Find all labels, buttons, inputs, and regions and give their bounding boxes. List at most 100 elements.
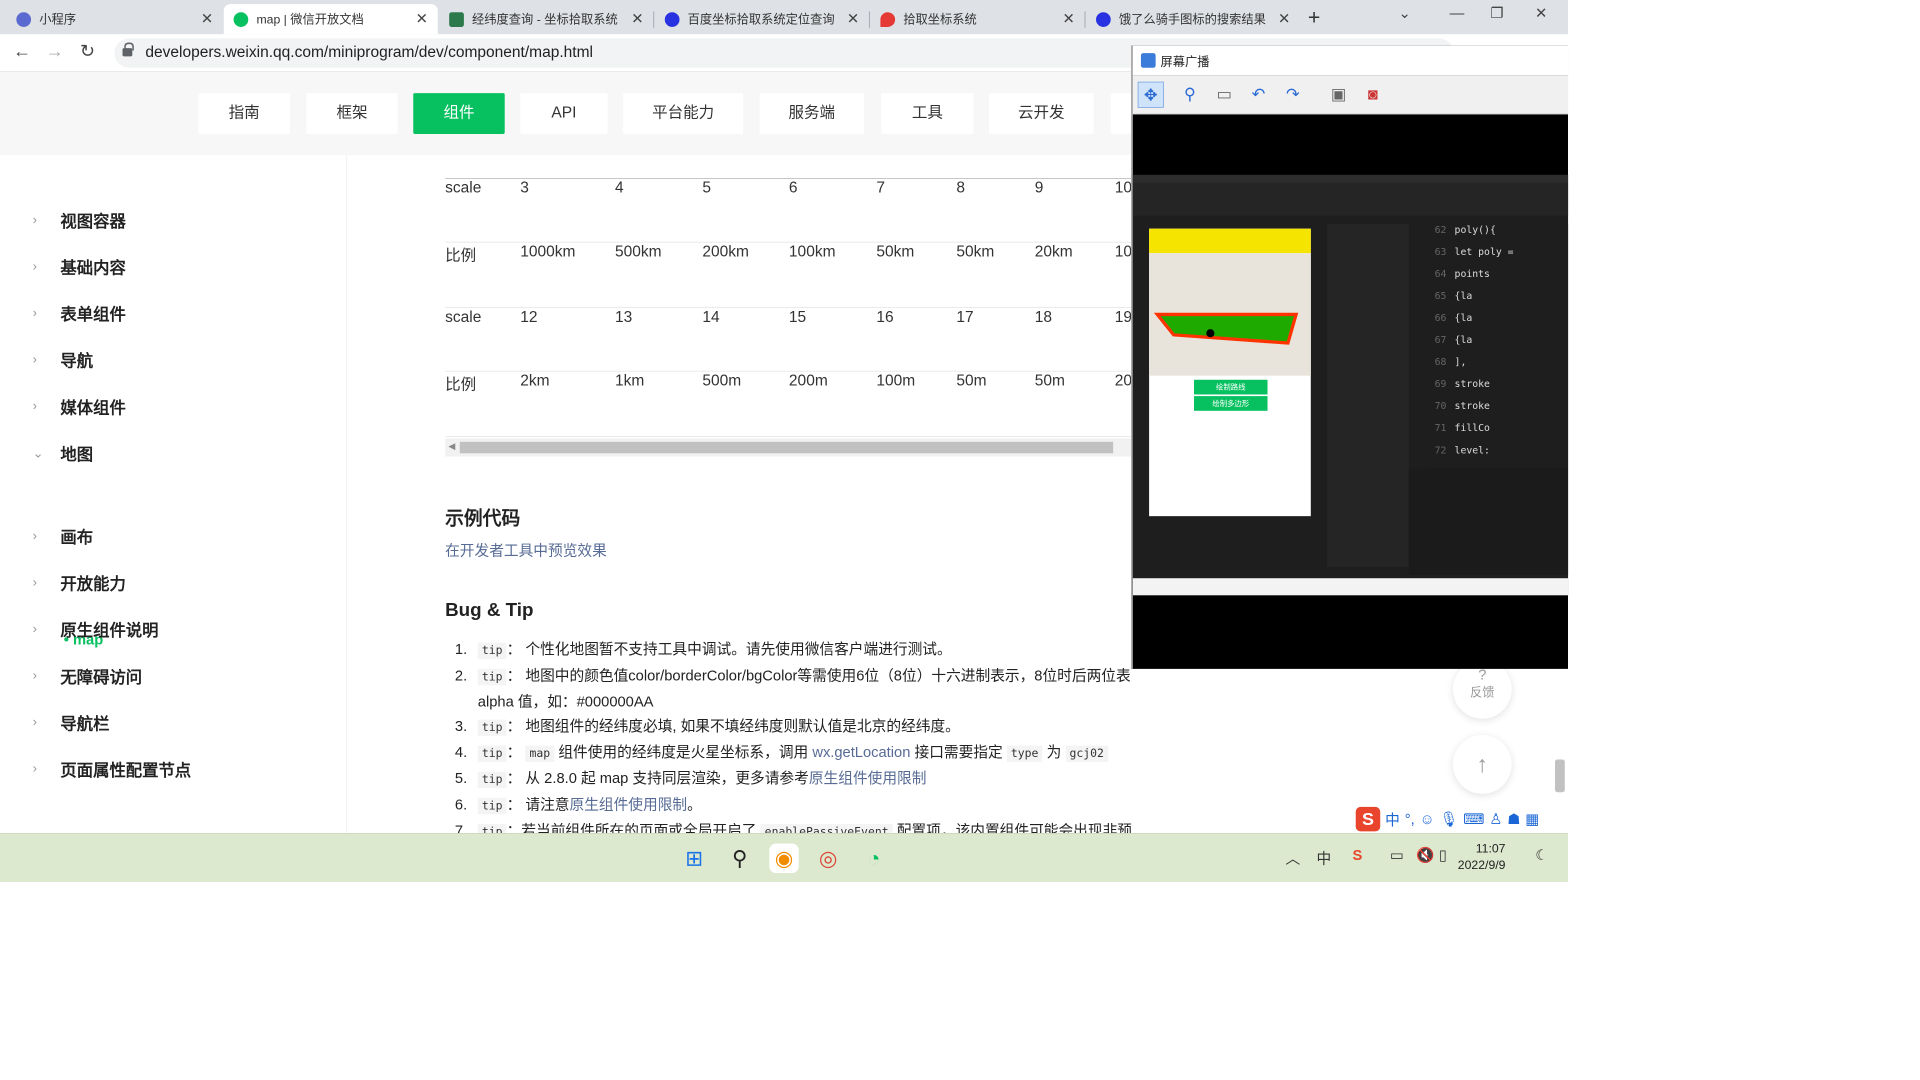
native-limit-link[interactable]: 原生组件使用限制 bbox=[809, 770, 927, 786]
tab-baidu-coords[interactable]: 百度坐标拾取系统定位查询 ✕ bbox=[655, 4, 869, 34]
zoom-tool-icon[interactable]: ⚲ bbox=[1177, 82, 1203, 108]
nav-tools[interactable]: 工具 bbox=[881, 93, 974, 134]
close-icon[interactable]: ✕ bbox=[201, 11, 213, 28]
broadcast-titlebar: 屏幕广播 bbox=[1132, 45, 1569, 76]
preview-link[interactable]: 在开发者工具中预览效果 bbox=[445, 539, 607, 560]
draw-polygon-button[interactable]: 绘制多边形 bbox=[1194, 396, 1268, 411]
sidebar-item-map[interactable]: ⌄ 地图 bbox=[33, 441, 93, 465]
url-text[interactable]: developers.weixin.qq.com/miniprogram/dev… bbox=[145, 44, 593, 62]
notification-icon[interactable]: ☾ bbox=[1535, 847, 1548, 864]
getlocation-link[interactable]: wx.getLocation bbox=[812, 744, 910, 760]
close-icon[interactable]: ✕ bbox=[847, 11, 859, 28]
sidebar-item-page-meta[interactable]: › 页面属性配置节点 bbox=[33, 757, 191, 781]
sidebar-item-open-ability[interactable]: › 开放能力 bbox=[33, 571, 126, 595]
sidebar-item-media[interactable]: › 媒体组件 bbox=[33, 394, 126, 418]
nav-platform[interactable]: 平台能力 bbox=[623, 93, 744, 134]
close-icon[interactable]: ✕ bbox=[631, 11, 643, 28]
lock-icon[interactable] bbox=[122, 42, 134, 57]
camera-icon[interactable]: ▣ bbox=[1326, 82, 1352, 108]
new-tab-button[interactable]: + bbox=[1302, 6, 1327, 31]
bug-tip-heading: Bug & Tip bbox=[445, 598, 534, 620]
sidebar-item-native[interactable]: › 原生组件说明 bbox=[33, 617, 159, 641]
sogou-tray-icon[interactable]: S bbox=[1352, 847, 1362, 864]
nav-server[interactable]: 服务端 bbox=[759, 93, 865, 134]
nav-guide[interactable]: 指南 bbox=[198, 93, 290, 134]
table-cell: 9 bbox=[1034, 179, 1044, 197]
sidebar-item-form[interactable]: › 表单组件 bbox=[33, 301, 126, 325]
back-icon[interactable]: ← bbox=[10, 41, 35, 62]
forward-icon[interactable]: → bbox=[42, 41, 67, 62]
mic-icon[interactable]: 🎙 bbox=[1440, 811, 1459, 828]
back-to-top-button[interactable]: ↑ bbox=[1452, 735, 1512, 794]
tab-latlng-query[interactable]: 经纬度查询 - 坐标拾取系统 ✕ bbox=[439, 4, 653, 34]
reload-icon[interactable]: ↻ bbox=[75, 41, 100, 62]
emoji-icon[interactable]: ☺ bbox=[1420, 811, 1435, 828]
table-scrollbar[interactable]: ◀ bbox=[445, 438, 1132, 457]
phone-navbar bbox=[1149, 228, 1311, 254]
tab-search-chevron-icon[interactable]: ⌄ bbox=[1388, 5, 1421, 22]
system-clock[interactable]: 11:07 2022/9/9 bbox=[1458, 841, 1506, 874]
mute-icon[interactable]: 🔇 bbox=[1416, 847, 1434, 864]
tab-title: 百度坐标拾取系统定位查询 bbox=[687, 13, 835, 27]
sidebar-item-basic[interactable]: › 基础内容 bbox=[33, 255, 126, 279]
redo-icon[interactable]: ↷ bbox=[1280, 82, 1306, 108]
draw-route-button[interactable]: 绘制路线 bbox=[1194, 379, 1268, 395]
close-icon[interactable]: ✕ bbox=[1278, 11, 1290, 28]
search-icon[interactable]: ⚲ bbox=[725, 844, 754, 873]
ide-console bbox=[1408, 468, 1569, 575]
nav-cloud[interactable]: 云开发 bbox=[989, 93, 1094, 134]
ime-mode[interactable]: 中 bbox=[1385, 809, 1400, 830]
table-cell: 50m bbox=[1034, 372, 1065, 390]
ime-tray-icon[interactable]: 中 bbox=[1317, 847, 1332, 868]
sidebar-item-navbar[interactable]: › 导航栏 bbox=[33, 711, 110, 735]
close-icon[interactable]: ✕ bbox=[1062, 11, 1074, 28]
tab-miniprogram[interactable]: 小程序 ✕ bbox=[7, 4, 223, 34]
table-cell: 20km bbox=[1034, 243, 1073, 261]
pointer-tool-icon[interactable]: ✥ bbox=[1137, 81, 1164, 108]
tab-map-docs[interactable]: map | 微信开放文档 ✕ bbox=[223, 4, 438, 35]
monitor-icon[interactable]: ▭ bbox=[1211, 82, 1237, 108]
user-icon[interactable]: ♙ bbox=[1489, 811, 1502, 828]
minimize-icon[interactable]: — bbox=[1441, 5, 1474, 22]
wechat-devtools-icon[interactable]: ◔ bbox=[859, 844, 888, 873]
code-line: {la bbox=[1454, 334, 1473, 346]
keyboard-icon[interactable]: ⌨ bbox=[1463, 811, 1484, 828]
nav-framework[interactable]: 框架 bbox=[306, 93, 398, 134]
sidebar-item-a11y[interactable]: › 无障碍访问 bbox=[33, 664, 142, 688]
baidu-icon bbox=[1096, 11, 1111, 27]
restore-icon[interactable]: ❐ bbox=[1481, 5, 1514, 22]
close-icon[interactable]: ✕ bbox=[416, 11, 428, 28]
sidebar-item-navigation[interactable]: › 导航 bbox=[33, 348, 93, 372]
punctuation-icon[interactable]: °, bbox=[1405, 811, 1415, 828]
ime-toolbar[interactable]: S 中 °, ☺ 🎙 ⌨ ♙ ☗ ▦ bbox=[1355, 805, 1539, 833]
shirt-icon[interactable]: ☗ bbox=[1507, 811, 1520, 828]
inline-code: tip bbox=[477, 797, 507, 815]
feedback-label: 反馈 bbox=[1470, 686, 1495, 700]
line-number: 64 bbox=[1434, 267, 1447, 280]
start-icon[interactable]: ⊞ bbox=[679, 844, 708, 873]
sidebar-item-view-containers[interactable]: › 视图容器 bbox=[33, 208, 126, 232]
chrome-icon[interactable]: ◎ bbox=[813, 844, 842, 873]
phone-simulator: 绘制路线 绘制多边形 bbox=[1149, 228, 1311, 517]
native-limit-link[interactable]: 原生组件使用限制 bbox=[569, 796, 687, 812]
battery-icon[interactable]: ▯ bbox=[1439, 847, 1447, 864]
tab-eleme-search[interactable]: 饿了么骑手图标的搜索结果 ✕ bbox=[1086, 4, 1300, 34]
table-cell: 500km bbox=[614, 243, 662, 261]
nav-components[interactable]: 组件 bbox=[413, 93, 505, 134]
tray-chevron-icon[interactable]: ︿ bbox=[1285, 847, 1300, 868]
scrollbar-thumb[interactable] bbox=[459, 441, 1114, 454]
windows-taskbar: ⊞ ⚲ ◉ ◎ ◔ ︿ 中 S ▭ 🔇 ▯ 11:07 2022/9/9 ☾ bbox=[0, 833, 1569, 883]
record-icon[interactable]: ◙ bbox=[1360, 82, 1386, 108]
scroll-left-icon[interactable]: ◀ bbox=[448, 441, 455, 452]
sogou-icon[interactable]: S bbox=[1355, 806, 1381, 832]
close-window-icon[interactable]: ✕ bbox=[1525, 5, 1558, 22]
app-icon[interactable]: ◉ bbox=[769, 843, 799, 874]
broadcast-title: 屏幕广播 bbox=[1160, 55, 1210, 70]
grid-icon[interactable]: ▦ bbox=[1525, 811, 1539, 828]
undo-icon[interactable]: ↶ bbox=[1245, 82, 1271, 108]
sidebar-item-canvas[interactable]: › 画布 bbox=[33, 524, 93, 548]
nav-api[interactable]: API bbox=[520, 93, 608, 134]
page-scrollbar-thumb[interactable] bbox=[1554, 759, 1565, 793]
network-icon[interactable]: ▭ bbox=[1390, 847, 1404, 864]
tab-pick-coords[interactable]: 拾取坐标系统 ✕ bbox=[871, 4, 1085, 34]
